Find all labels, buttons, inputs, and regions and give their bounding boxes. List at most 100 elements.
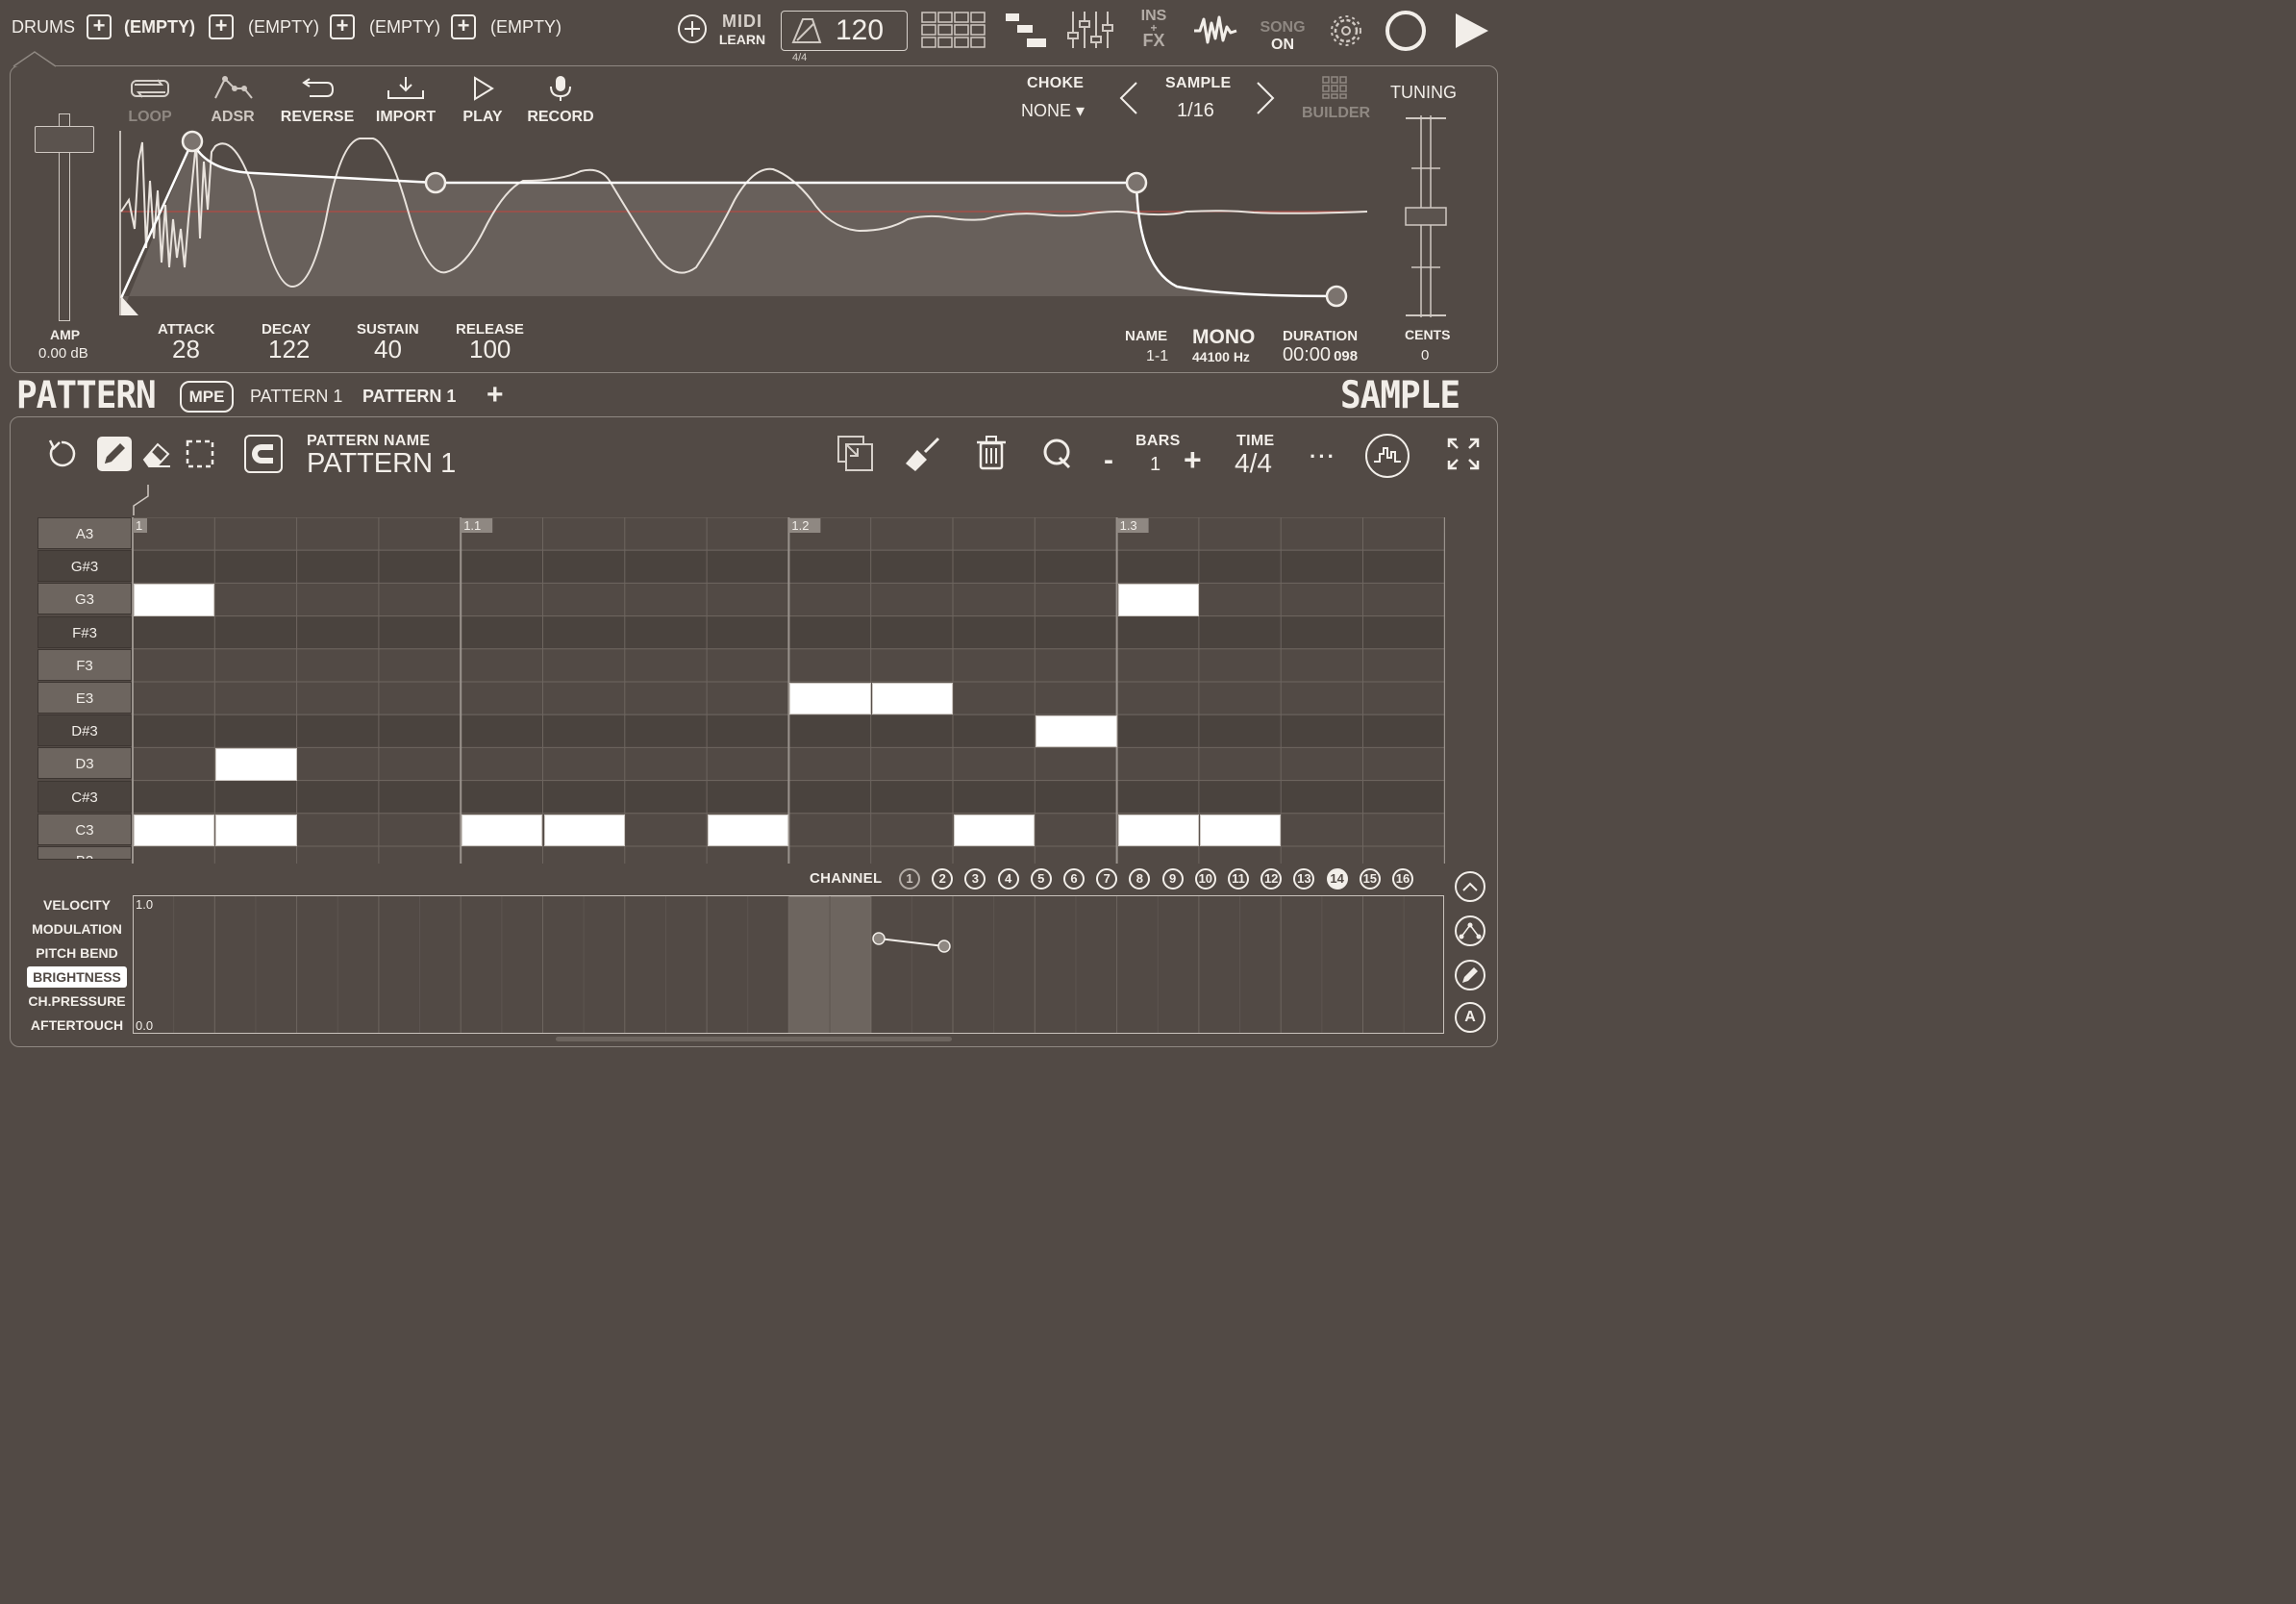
slot-2[interactable]: (EMPTY) (248, 17, 319, 38)
channel-button[interactable]: 5 (1030, 868, 1052, 890)
metronome-icon[interactable] (789, 17, 822, 44)
spectrum-icon[interactable] (1364, 433, 1410, 479)
piano-key[interactable]: F#3 (37, 615, 132, 648)
play-transport-icon[interactable] (1452, 12, 1490, 50)
gear-icon[interactable] (1327, 12, 1365, 50)
note[interactable] (215, 748, 297, 781)
controller-item[interactable]: AFTERTOUCH (27, 1015, 127, 1036)
channel-button[interactable]: 14 (1326, 868, 1348, 890)
channel-button[interactable]: 16 (1392, 868, 1413, 890)
channel-button[interactable]: 1 (899, 868, 920, 890)
builder-button[interactable]: BUILDER (1302, 75, 1370, 122)
song-toggle[interactable]: SONG ON (1256, 19, 1310, 54)
tempo-value[interactable]: 120 (836, 14, 884, 47)
tempo-box[interactable]: 120 (781, 11, 908, 51)
note[interactable] (134, 584, 215, 616)
draw-tool[interactable] (97, 437, 132, 471)
sample-next-icon[interactable] (1252, 81, 1277, 115)
snap-toggle[interactable] (244, 435, 283, 473)
controller-item[interactable]: PITCH BEND (27, 942, 127, 964)
channel-button[interactable]: 11 (1228, 868, 1249, 890)
waveform-icon[interactable] (1192, 13, 1238, 46)
decay-value[interactable]: 122 (268, 335, 310, 364)
bars-minus-button[interactable]: - (1104, 444, 1113, 477)
channel-button[interactable]: 10 (1194, 868, 1216, 890)
piano-roll[interactable]: 11.11.21.32 (37, 517, 1445, 864)
bars-plus-button[interactable]: + (1184, 442, 1202, 478)
reverse-button[interactable]: REVERSE (279, 75, 356, 126)
record-icon[interactable] (1383, 8, 1429, 54)
duplicate-icon[interactable] (836, 435, 875, 473)
controller-item[interactable]: BRIGHTNESS (27, 966, 127, 988)
eraser-icon[interactable] (138, 437, 173, 471)
slot-4[interactable]: (EMPTY) (490, 17, 562, 38)
note[interactable] (954, 814, 1036, 846)
piano-key[interactable]: B2 (37, 846, 132, 860)
add-slot-4-button[interactable]: + (451, 14, 476, 39)
controller-lane-grid[interactable] (134, 896, 1444, 1034)
mpe-button[interactable]: MPE (180, 381, 234, 413)
release-value[interactable]: 100 (469, 335, 511, 364)
quantize-icon[interactable] (1040, 435, 1075, 473)
add-slot-3-button[interactable]: + (330, 14, 355, 39)
trash-icon[interactable] (975, 435, 1008, 471)
channel-button[interactable]: 6 (1063, 868, 1085, 890)
drums-label[interactable]: DRUMS (12, 17, 75, 38)
pattern-name-value[interactable]: PATTERN 1 (307, 448, 456, 480)
piano-key[interactable]: C#3 (37, 780, 132, 813)
piano-key[interactable]: G#3 (37, 550, 132, 583)
piano-roll-grid[interactable]: 11.11.21.32 (37, 517, 1445, 864)
piano-key[interactable]: D3 (37, 747, 132, 780)
piano-key[interactable]: F3 (37, 648, 132, 681)
note[interactable] (1199, 814, 1282, 846)
attack-value[interactable]: 28 (172, 335, 200, 364)
piano-key[interactable]: G3 (37, 583, 132, 615)
note[interactable] (1036, 715, 1117, 748)
mono-label[interactable]: MONO (1192, 326, 1255, 349)
note[interactable] (871, 683, 953, 715)
horizontal-scrollbar[interactable] (556, 1037, 952, 1041)
sustain-value[interactable]: 40 (374, 335, 402, 364)
midi-learn-button[interactable]: MIDI LEARN (715, 12, 769, 47)
controller-item[interactable]: CH.PRESSURE (27, 990, 127, 1012)
slot-3[interactable]: (EMPTY) (369, 17, 440, 38)
amp-slider-handle[interactable] (35, 126, 94, 153)
loop-button[interactable]: LOOP (121, 75, 179, 126)
time-value[interactable]: 4/4 (1235, 448, 1272, 479)
tuning-slider[interactable] (1402, 113, 1450, 321)
auto-button[interactable]: A (1455, 1002, 1485, 1033)
curve-point[interactable] (937, 940, 951, 953)
sample-prev-icon[interactable] (1117, 81, 1142, 115)
play-sample-button[interactable]: PLAY (454, 75, 512, 126)
piano-key[interactable]: E3 (37, 682, 132, 714)
pencil-lane-button[interactable] (1455, 960, 1485, 990)
piano-key[interactable]: C3 (37, 813, 132, 845)
note[interactable] (708, 814, 789, 846)
note[interactable] (789, 683, 871, 715)
tab-pattern-1[interactable]: PATTERN 1 (250, 387, 342, 407)
pads-icon[interactable] (921, 12, 986, 50)
note[interactable] (462, 814, 543, 846)
import-button[interactable]: IMPORT (369, 75, 442, 126)
controller-item[interactable]: VELOCITY (27, 894, 127, 915)
note[interactable] (134, 814, 215, 846)
broom-icon[interactable] (904, 435, 942, 473)
slot-1[interactable]: (EMPTY) (124, 17, 195, 38)
controller-lane[interactable] (133, 895, 1444, 1034)
note[interactable] (215, 814, 297, 846)
expand-icon[interactable] (1446, 437, 1481, 471)
channel-button[interactable]: 4 (997, 868, 1019, 890)
channel-button[interactable]: 15 (1359, 868, 1381, 890)
controller-item[interactable]: MODULATION (27, 918, 127, 940)
mixer-icon[interactable] (1065, 10, 1113, 50)
scroll-up-button[interactable] (1455, 871, 1485, 902)
playhead-marker[interactable] (131, 483, 152, 517)
select-tool-icon[interactable] (183, 437, 217, 471)
note[interactable] (543, 814, 625, 846)
channel-button[interactable]: 9 (1161, 868, 1184, 890)
add-slot-1-button[interactable]: + (87, 14, 112, 39)
note[interactable] (1117, 584, 1199, 616)
more-button[interactable]: ··· (1310, 444, 1336, 469)
add-track-icon[interactable] (677, 13, 708, 44)
tab-pattern-1-active[interactable]: PATTERN 1 (362, 387, 456, 407)
